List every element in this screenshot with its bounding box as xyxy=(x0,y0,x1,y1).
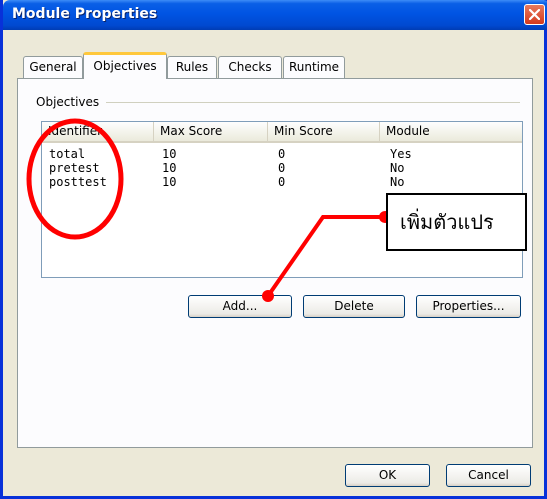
tab-objectives[interactable]: Objectives xyxy=(83,52,167,79)
delete-button[interactable]: Delete xyxy=(303,295,405,318)
table-row[interactable]: pretest 10 0 No xyxy=(42,161,522,175)
tab-objectives-label: Objectives xyxy=(93,59,157,73)
cell-max-score: 10 xyxy=(162,147,177,161)
add-button[interactable]: Add... xyxy=(188,295,292,318)
column-header-max-score[interactable]: Max Score xyxy=(154,122,268,141)
column-label: Min Score xyxy=(274,124,333,138)
cell-module: No xyxy=(390,161,405,175)
tab-general-label: General xyxy=(29,60,77,74)
column-header-identifier[interactable]: Identifier xyxy=(42,122,154,141)
properties-button[interactable]: Properties... xyxy=(416,295,521,318)
tab-checks[interactable]: Checks xyxy=(218,56,282,78)
cell-max-score: 10 xyxy=(162,175,177,189)
objectives-group-label: Objectives xyxy=(36,95,106,109)
close-icon xyxy=(529,9,540,20)
tab-checks-label: Checks xyxy=(228,60,272,74)
close-button[interactable] xyxy=(524,4,545,25)
column-label: Identifier xyxy=(48,124,103,138)
ok-button[interactable]: OK xyxy=(345,464,430,487)
cell-module: Yes xyxy=(390,147,412,161)
cell-max-score: 10 xyxy=(162,161,177,175)
cell-identifier: posttest xyxy=(49,175,107,189)
title-bar[interactable]: Module Properties xyxy=(3,0,547,30)
cell-identifier: total xyxy=(49,147,86,161)
tab-runtime-label: Runtime xyxy=(288,60,340,74)
cell-min-score: 0 xyxy=(278,147,286,161)
tab-rules-label: Rules xyxy=(175,60,209,74)
tab-rules[interactable]: Rules xyxy=(167,56,217,78)
tab-runtime[interactable]: Runtime xyxy=(283,56,345,78)
table-row[interactable]: posttest 10 0 No xyxy=(42,175,522,189)
tab-general[interactable]: General xyxy=(23,56,83,78)
column-header-module[interactable]: Module xyxy=(380,122,522,141)
objectives-tab-panel: Objectives Identifier Max Score Min Scor… xyxy=(17,78,533,448)
list-header: Identifier Max Score Min Score Module xyxy=(42,122,522,143)
cancel-button[interactable]: Cancel xyxy=(446,464,531,487)
cell-module: No xyxy=(390,175,405,189)
column-header-min-score[interactable]: Min Score xyxy=(268,122,380,141)
group-divider xyxy=(106,102,520,103)
column-label: Max Score xyxy=(160,124,223,138)
cell-min-score: 0 xyxy=(278,175,286,189)
cell-min-score: 0 xyxy=(278,161,286,175)
cell-identifier: pretest xyxy=(49,161,100,175)
table-row[interactable]: total 10 0 Yes xyxy=(42,147,522,161)
callout-box: เพิ่มตัวแปร xyxy=(386,193,527,251)
window-title: Module Properties xyxy=(12,6,158,22)
column-label: Module xyxy=(386,124,430,138)
